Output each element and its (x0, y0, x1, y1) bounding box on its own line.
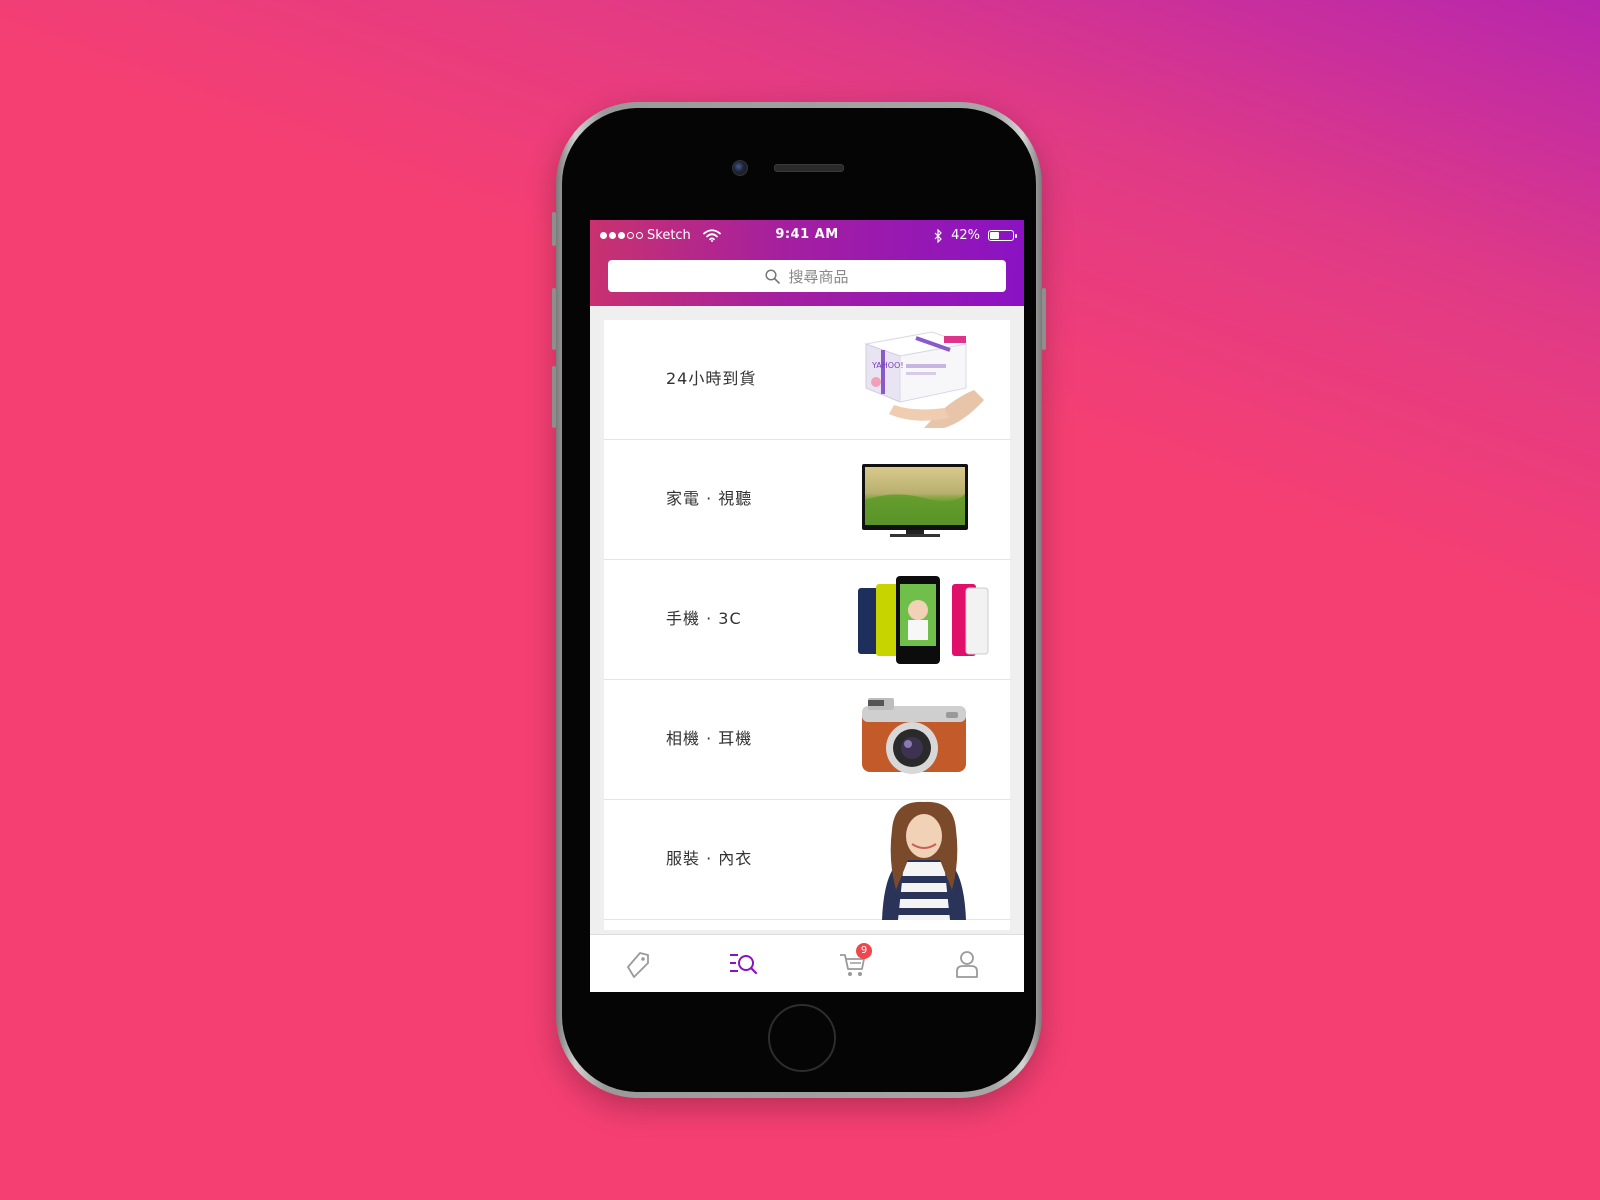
search-icon (765, 268, 781, 284)
phone-bezel: Sketch 9:41 AM 42% 搜尋商品 24小時到貨 YAHOO! 家電… (562, 108, 1036, 1092)
tab-bar: 9 (590, 934, 1024, 992)
app-header: Sketch 9:41 AM 42% 搜尋商品 (590, 220, 1024, 306)
tab-categories[interactable] (726, 947, 760, 981)
phone-frame: Sketch 9:41 AM 42% 搜尋商品 24小時到貨 YAHOO! 家電… (552, 102, 1046, 1098)
category-item-phones[interactable]: 手機 · 3C (604, 560, 1010, 680)
bluetooth-icon (934, 228, 942, 243)
battery-icon (988, 230, 1017, 241)
tab-cart[interactable]: 9 (836, 943, 872, 981)
category-item-24h-delivery[interactable]: 24小時到貨 YAHOO! (604, 320, 1010, 440)
fashion-model-image (882, 801, 966, 920)
power-button (1042, 288, 1046, 350)
front-camera (732, 160, 748, 176)
volume-down-button (552, 366, 556, 428)
cart-count-badge: 9 (856, 943, 872, 959)
battery-percent: 42% (951, 228, 980, 243)
tag-icon (627, 952, 649, 978)
mute-switch (552, 212, 556, 246)
camera-image (862, 698, 966, 774)
app-screen: Sketch 9:41 AM 42% 搜尋商品 24小時到貨 YAHOO! 家電… (590, 220, 1024, 992)
volume-up-button (552, 288, 556, 350)
category-label: 家電 · 視聽 (666, 489, 753, 508)
search-placeholder: 搜尋商品 (788, 267, 849, 286)
category-item-cameras[interactable]: 相機 · 耳機 (604, 680, 1010, 800)
category-label: 服裝 · 內衣 (666, 849, 753, 868)
category-search-icon (730, 954, 758, 975)
status-bar: Sketch 9:41 AM 42% (590, 220, 1024, 250)
earpiece-speaker (774, 164, 844, 172)
television-image (862, 464, 968, 537)
category-label: 相機 · 耳機 (666, 729, 753, 748)
category-list: 24小時到貨 YAHOO! 家電 · 視聽 手機 · 3C 相機 · 耳機 服裝… (604, 320, 1010, 930)
category-label: 手機 · 3C (666, 609, 742, 628)
delivery-box-image: YAHOO! (864, 331, 984, 428)
smartphones-image (858, 576, 989, 664)
category-item-apparel[interactable]: 服裝 · 內衣 (604, 800, 1010, 920)
svg-text:YAHOO!: YAHOO! (871, 361, 904, 370)
tab-deals[interactable] (620, 947, 654, 981)
category-label: 24小時到貨 (666, 369, 757, 388)
home-button[interactable] (768, 1004, 836, 1072)
user-icon (956, 951, 978, 978)
tab-account[interactable] (950, 947, 984, 981)
search-bar[interactable]: 搜尋商品 (608, 260, 1006, 292)
category-item-appliances[interactable]: 家電 · 視聽 (604, 440, 1010, 560)
